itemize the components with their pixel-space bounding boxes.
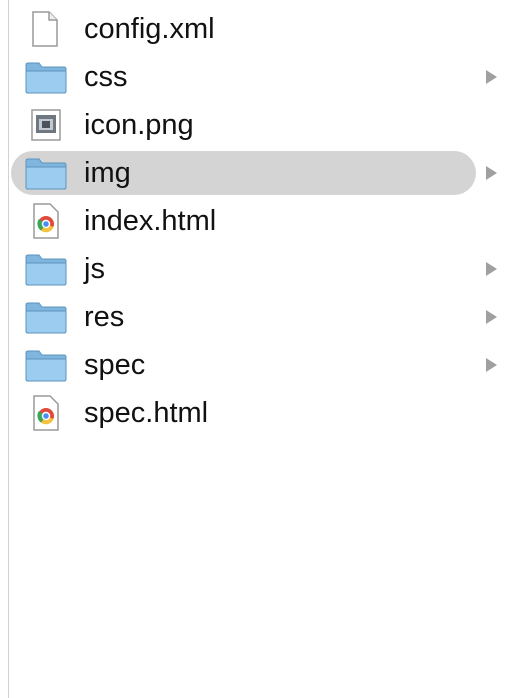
file-name: spec.html <box>84 397 209 429</box>
file-row-spec-html[interactable]: spec.html <box>0 389 519 437</box>
folder-icon <box>24 251 68 287</box>
file-name: icon.png <box>84 109 194 141</box>
folder-icon <box>24 347 68 383</box>
file-name: index.html <box>84 205 217 237</box>
file-list: config.xml css icon.png img index.html j… <box>0 5 519 437</box>
file-name: img <box>84 157 131 189</box>
chevron-right-icon[interactable] <box>486 166 497 180</box>
chevron-right-icon[interactable] <box>486 358 497 372</box>
file-row-config-xml[interactable]: config.xml <box>0 5 519 53</box>
chevron-right-icon[interactable] <box>486 262 497 276</box>
file-row-css[interactable]: css <box>0 53 519 101</box>
file-row-res[interactable]: res <box>0 293 519 341</box>
file-name: css <box>84 61 128 93</box>
html-file-icon <box>24 395 68 431</box>
file-row-index-html[interactable]: index.html <box>0 197 519 245</box>
file-row-js[interactable]: js <box>0 245 519 293</box>
file-name: js <box>84 253 105 285</box>
file-row-spec[interactable]: spec <box>0 341 519 389</box>
file-name: spec <box>84 349 146 381</box>
html-file-icon <box>24 203 68 239</box>
image-file-icon <box>24 107 68 143</box>
file-name: res <box>84 301 125 333</box>
file-row-icon-png[interactable]: icon.png <box>0 101 519 149</box>
chevron-right-icon[interactable] <box>486 310 497 324</box>
file-row-img[interactable]: img <box>0 149 519 197</box>
file-name: config.xml <box>84 13 215 45</box>
folder-icon <box>24 299 68 335</box>
finder-column-view: config.xml css icon.png img index.html j… <box>0 0 519 698</box>
chevron-right-icon[interactable] <box>486 70 497 84</box>
document-icon <box>24 11 68 47</box>
folder-icon <box>24 155 68 191</box>
folder-icon <box>24 59 68 95</box>
